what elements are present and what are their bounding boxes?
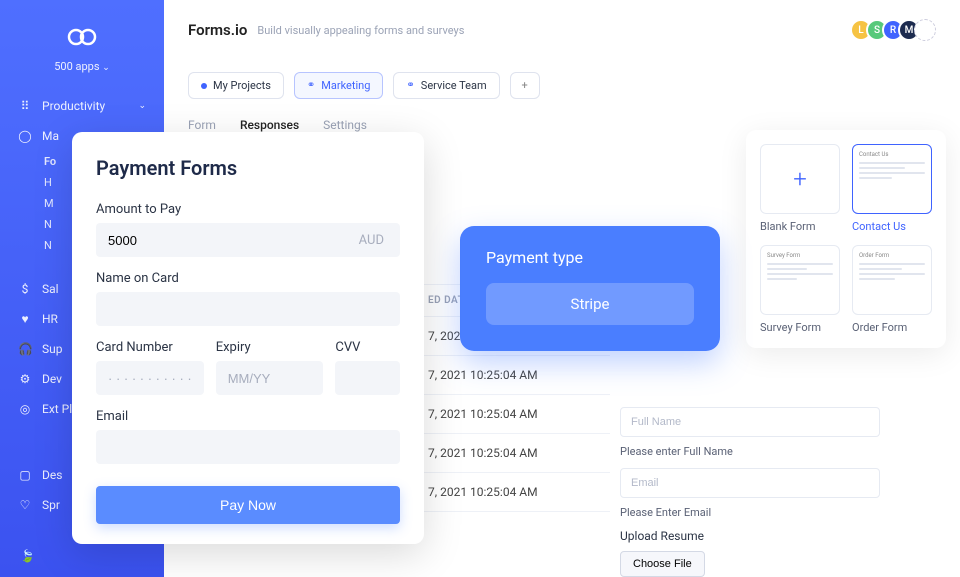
sub-tabs: Form Responses Settings (188, 118, 367, 132)
logo (0, 24, 164, 54)
heart-outline-icon: ♡ (18, 498, 32, 512)
form-preview: Please enter Full Name Please Enter Emai… (620, 407, 920, 577)
fullname-input[interactable] (620, 407, 880, 437)
template-label: Contact Us (852, 214, 932, 233)
puzzle-icon: ◎ (18, 402, 32, 416)
apps-dropdown[interactable]: 500 apps ⌄ (0, 60, 164, 73)
link-icon: ⚭ (307, 80, 315, 91)
card-number-label: Card Number (96, 340, 204, 355)
upload-label: Upload Resume (620, 529, 920, 543)
amount-input[interactable] (96, 223, 343, 257)
email-help: Please Enter Email (620, 506, 920, 519)
project-tabs: My Projects ⚭Marketing ⚭Service Team + (188, 72, 540, 99)
payment-type-popup: Payment type Stripe (460, 226, 720, 351)
avatar-stack[interactable]: L S R M (856, 19, 936, 41)
template-label: Survey Form (760, 315, 840, 334)
currency-label: AUD (343, 223, 400, 257)
chevron-down-icon: ⌄ (138, 101, 146, 111)
tab-my-projects[interactable]: My Projects (188, 72, 284, 99)
payment-type-title: Payment type (486, 248, 694, 267)
avatar-more[interactable] (914, 19, 936, 41)
payment-type-option-stripe[interactable]: Stripe (486, 283, 694, 325)
link-icon: ⚭ (406, 80, 414, 91)
template-survey[interactable]: Survey Form (760, 245, 840, 315)
leaf-icon: 🍃 (20, 549, 35, 563)
template-blank[interactable]: + (760, 144, 840, 214)
template-order[interactable]: Order Form (852, 245, 932, 315)
name-label: Name on Card (96, 271, 400, 286)
subtab-settings[interactable]: Settings (323, 118, 367, 132)
tab-service-team[interactable]: ⚭Service Team (393, 72, 499, 99)
heart-icon: ♥ (18, 312, 32, 326)
subtab-form[interactable]: Form (188, 118, 216, 132)
headphones-icon: 🎧 (18, 342, 32, 356)
desktop-icon: ▢ (18, 468, 32, 482)
template-label: Order Form (852, 315, 932, 334)
brand-subtitle: Build visually appealing forms and surve… (257, 24, 464, 37)
email-input[interactable] (620, 468, 880, 498)
top-header: Forms.io Build visually appealing forms … (164, 0, 960, 60)
circle-icon: ◯ (18, 129, 32, 143)
template-label: Blank Form (760, 214, 840, 233)
payment-form-title: Payment Forms (96, 156, 400, 180)
cvv-input[interactable] (335, 361, 400, 395)
dollar-icon: $ (18, 282, 32, 296)
tab-marketing[interactable]: ⚭Marketing (294, 72, 384, 99)
payment-form-card: Payment Forms Amount to Pay AUD Name on … (72, 132, 424, 544)
brand-title: Forms.io (188, 21, 247, 39)
pay-now-button[interactable]: Pay Now (96, 486, 400, 524)
choose-file-button[interactable]: Choose File (620, 551, 705, 577)
template-contact-us[interactable]: Contact Us (852, 144, 932, 214)
plus-icon: + (761, 145, 839, 213)
expiry-label: Expiry (216, 340, 324, 355)
templates-panel: + Blank Form Contact Us Contact Us Surve… (746, 130, 946, 348)
email-input[interactable] (96, 430, 400, 464)
code-icon: ⚙ (18, 372, 32, 386)
amount-label: Amount to Pay (96, 202, 400, 217)
sidebar-item-productivity[interactable]: ⠿ Productivity⌄ (0, 91, 164, 121)
card-number-input[interactable] (96, 361, 204, 395)
tab-add[interactable]: + (510, 72, 540, 99)
expiry-input[interactable] (216, 361, 324, 395)
fullname-help: Please enter Full Name (620, 445, 920, 458)
grid-icon: ⠿ (18, 99, 32, 113)
cvv-label: CVV (335, 340, 400, 355)
subtab-responses[interactable]: Responses (240, 118, 299, 132)
email-label: Email (96, 409, 400, 424)
name-input[interactable] (96, 292, 400, 326)
